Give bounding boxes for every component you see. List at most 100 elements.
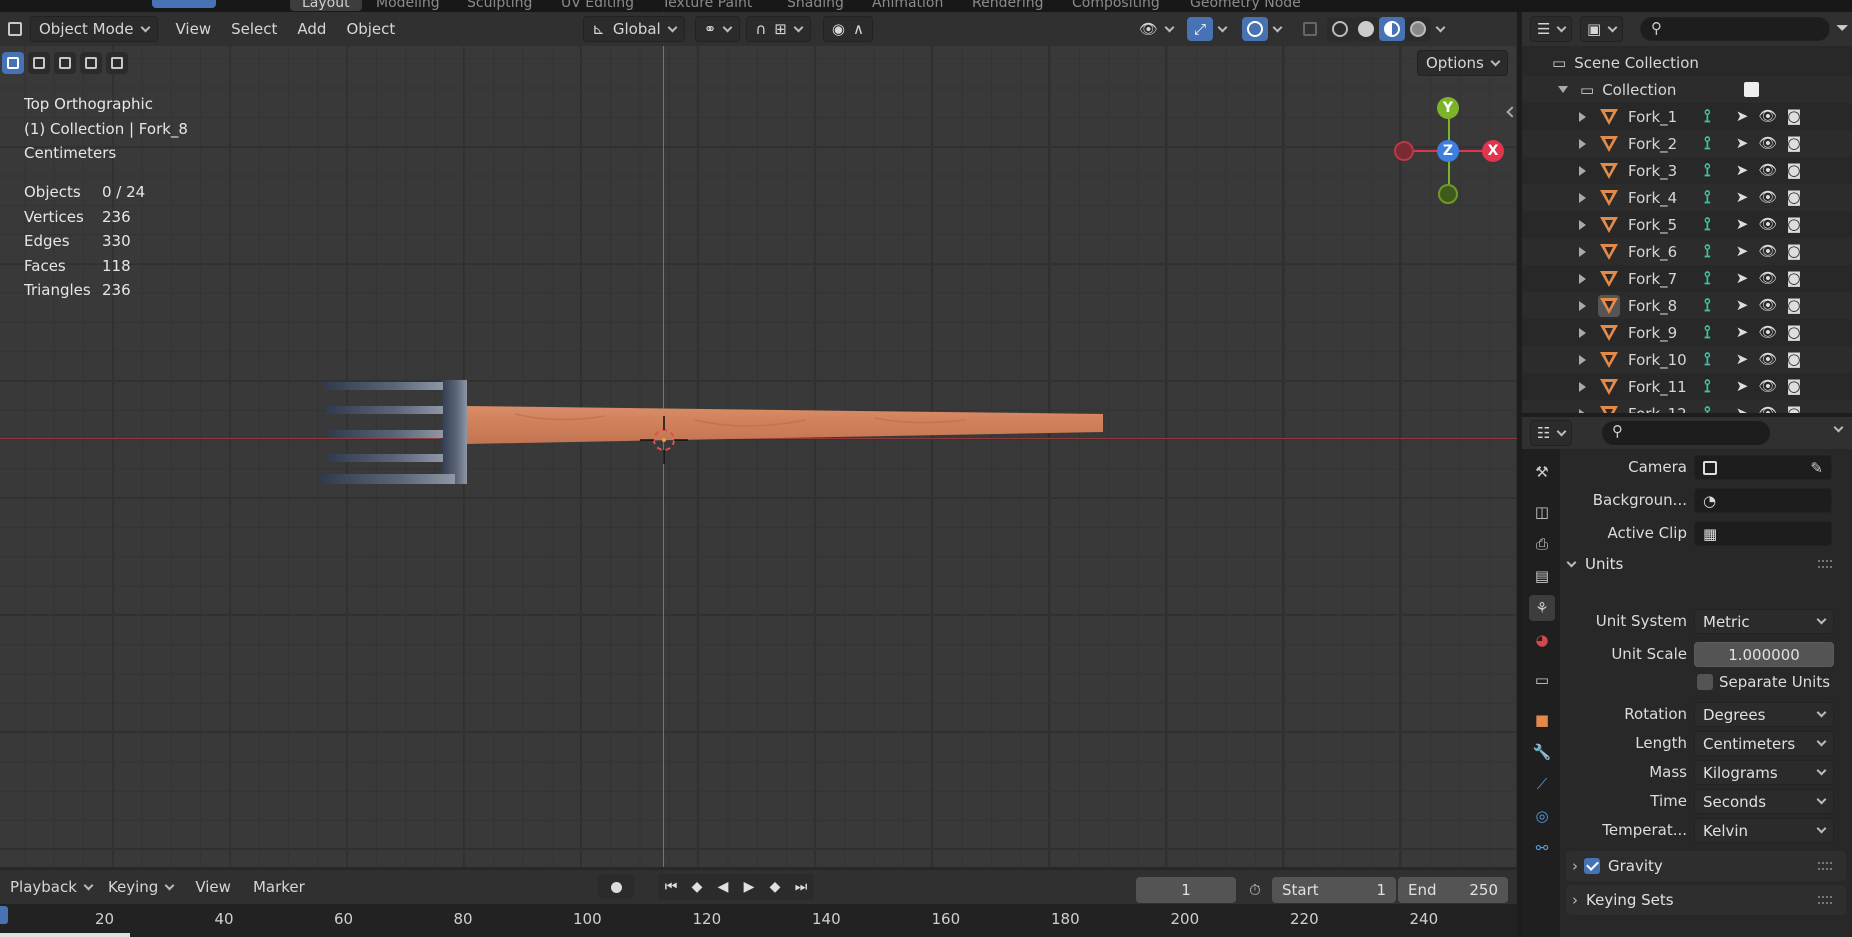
camera-render-icon[interactable]: ◙ <box>1784 349 1804 369</box>
shading-rendered-button[interactable] <box>1405 17 1431 41</box>
unit-system-dropdown[interactable]: Metric <box>1694 609 1834 634</box>
selectable-arrow-icon[interactable]: ➤ <box>1732 403 1752 413</box>
modifier-icon[interactable]: ⟟ <box>1704 349 1711 370</box>
modifier-icon[interactable]: ⟟ <box>1704 214 1711 235</box>
select-subtract-button[interactable] <box>54 52 76 74</box>
camera-render-icon[interactable]: ◙ <box>1784 106 1804 126</box>
tab-geometry-nodes[interactable]: Geometry Node <box>1190 0 1301 11</box>
collapse-icon[interactable] <box>1558 86 1568 93</box>
start-frame-field[interactable]: Start 1 <box>1272 877 1396 903</box>
outliner-item[interactable]: Fork_12⟟ ➤ 👁 ◙ <box>1522 400 1852 413</box>
outliner-scene-collection[interactable]: ▭ Scene Collection <box>1522 49 1852 76</box>
editor-type-button[interactable] <box>2 17 28 41</box>
expand-icon[interactable] <box>1579 165 1586 176</box>
eye-icon[interactable]: 👁 <box>1758 349 1778 369</box>
expand-icon[interactable] <box>1579 354 1586 365</box>
expand-icon[interactable] <box>1579 138 1586 149</box>
chevron-down-icon[interactable] <box>1217 22 1228 32</box>
select-intersect-button[interactable] <box>106 52 128 74</box>
expand-icon[interactable] <box>1579 408 1586 413</box>
transform-orientation-dropdown[interactable]: ⊾ Global <box>583 16 685 42</box>
selectable-arrow-icon[interactable]: ➤ <box>1732 322 1752 342</box>
gizmo-x-axis[interactable]: X <box>1482 140 1504 162</box>
marker-menu[interactable]: Marker <box>245 874 313 900</box>
properties-editor-type[interactable]: ☷ <box>1530 420 1573 446</box>
tab-modeling[interactable]: Modeling <box>376 0 440 11</box>
gizmo-y-axis[interactable]: Y <box>1437 97 1459 119</box>
menu-select[interactable]: Select <box>223 16 285 42</box>
tab-compositing[interactable]: Compositing <box>1072 0 1160 11</box>
units-panel-header[interactable]: Units <box>1566 549 1846 579</box>
select-invert-button[interactable] <box>80 52 102 74</box>
eye-icon[interactable]: 👁 <box>1758 322 1778 342</box>
drag-handle-icon[interactable] <box>1818 862 1832 870</box>
expand-icon[interactable] <box>1579 300 1586 311</box>
gravity-panel-header[interactable]: › Gravity <box>1566 851 1846 881</box>
shading-wireframe-button[interactable] <box>1327 17 1353 41</box>
tab-scene[interactable]: ⚘ <box>1529 595 1555 621</box>
camera-render-icon[interactable]: ◙ <box>1784 268 1804 288</box>
tab-sculpting[interactable]: Sculpting <box>467 0 532 11</box>
tab-shading[interactable]: Shading <box>787 0 844 11</box>
modifier-icon[interactable]: ⟟ <box>1704 241 1711 262</box>
pivot-point-dropdown[interactable]: ⚭ <box>694 16 741 42</box>
modifier-icon[interactable]: ⟟ <box>1704 106 1711 127</box>
camera-render-icon[interactable]: ◙ <box>1784 241 1804 261</box>
selectable-arrow-icon[interactable]: ➤ <box>1732 160 1752 180</box>
camera-render-icon[interactable]: ◙ <box>1784 187 1804 207</box>
modifier-icon[interactable]: ⟟ <box>1704 322 1711 343</box>
separate-units-checkbox[interactable] <box>1697 674 1713 690</box>
chevron-down-icon[interactable] <box>1833 422 1844 433</box>
playhead[interactable] <box>0 906 8 924</box>
camera-render-icon[interactable]: ◙ <box>1784 160 1804 180</box>
jump-keyframe-forward-button[interactable]: ◆ <box>762 874 788 900</box>
drag-handle-icon[interactable] <box>1818 896 1832 904</box>
modifier-icon[interactable]: ⟟ <box>1704 187 1711 208</box>
tab-particles[interactable]: ⟋ <box>1529 771 1555 797</box>
modifier-icon[interactable]: ⟟ <box>1704 268 1711 289</box>
expand-icon[interactable] <box>1579 327 1586 338</box>
camera-render-icon[interactable]: ◙ <box>1784 376 1804 396</box>
select-new-button[interactable] <box>2 52 24 74</box>
selectable-arrow-icon[interactable]: ➤ <box>1732 187 1752 207</box>
tab-layout[interactable]: Layout <box>290 0 362 11</box>
camera-render-icon[interactable]: ◙ <box>1784 214 1804 234</box>
selectable-arrow-icon[interactable]: ➤ <box>1732 214 1752 234</box>
outliner-collection[interactable]: ▭ Collection <box>1522 76 1852 103</box>
eye-icon[interactable]: 👁 <box>1758 133 1778 153</box>
play-button[interactable]: ▶ <box>736 874 762 900</box>
shading-solid-button[interactable] <box>1353 17 1379 41</box>
current-frame-field[interactable]: 1 <box>1136 877 1236 903</box>
outliner-item[interactable]: Fork_5 ⟟ ➤ 👁 ◙ <box>1522 211 1852 238</box>
eye-icon[interactable]: 👁 <box>1758 403 1778 413</box>
temperature-dropdown[interactable]: Kelvin <box>1694 818 1834 843</box>
play-reverse-button[interactable]: ◀ <box>710 874 736 900</box>
tab-collection[interactable]: ▭ <box>1529 667 1555 693</box>
length-dropdown[interactable]: Centimeters <box>1694 731 1834 756</box>
expand-icon[interactable] <box>1579 111 1586 122</box>
camera-render-icon[interactable]: ◙ <box>1784 403 1804 413</box>
app-menu-button[interactable] <box>152 0 216 8</box>
drag-handle-icon[interactable] <box>1818 560 1832 568</box>
modifier-icon[interactable]: ⟟ <box>1704 376 1711 397</box>
outliner-item[interactable]: Fork_9 ⟟ ➤ 👁 ◙ <box>1522 319 1852 346</box>
fork-object[interactable] <box>315 362 1105 502</box>
tab-uv-editing[interactable]: UV Editing <box>561 0 634 11</box>
outliner-item[interactable]: Fork_3 ⟟ ➤ 👁 ◙ <box>1522 157 1852 184</box>
eye-icon[interactable]: 👁 <box>1758 295 1778 315</box>
selectable-arrow-icon[interactable]: ➤ <box>1732 268 1752 288</box>
outliner-item[interactable]: Fork_10 ⟟ ➤ 👁 ◙ <box>1522 346 1852 373</box>
chevron-down-icon[interactable] <box>1272 22 1283 32</box>
camera-render-icon[interactable]: ◙ <box>1784 133 1804 153</box>
modifier-icon[interactable]: ⟟ <box>1704 295 1711 316</box>
tab-constraints[interactable]: ⚯ <box>1529 835 1555 861</box>
camera-render-icon[interactable]: ◙ <box>1784 295 1804 315</box>
timeline-view-menu[interactable]: View <box>187 874 239 900</box>
gizmo-toggle-button[interactable]: ⤢ <box>1187 17 1213 41</box>
outliner-editor-type[interactable]: ☰ <box>1530 16 1573 42</box>
stopwatch-icon[interactable]: ⏱ <box>1242 877 1268 903</box>
eye-icon[interactable]: 👁 <box>1758 268 1778 288</box>
frame-ruler[interactable]: 20 40 60 80 100 120 140 160 180 200 220 240 <box>0 904 1517 937</box>
selectable-arrow-icon[interactable]: ➤ <box>1732 106 1752 126</box>
tab-output[interactable]: ⎙ <box>1529 531 1555 557</box>
